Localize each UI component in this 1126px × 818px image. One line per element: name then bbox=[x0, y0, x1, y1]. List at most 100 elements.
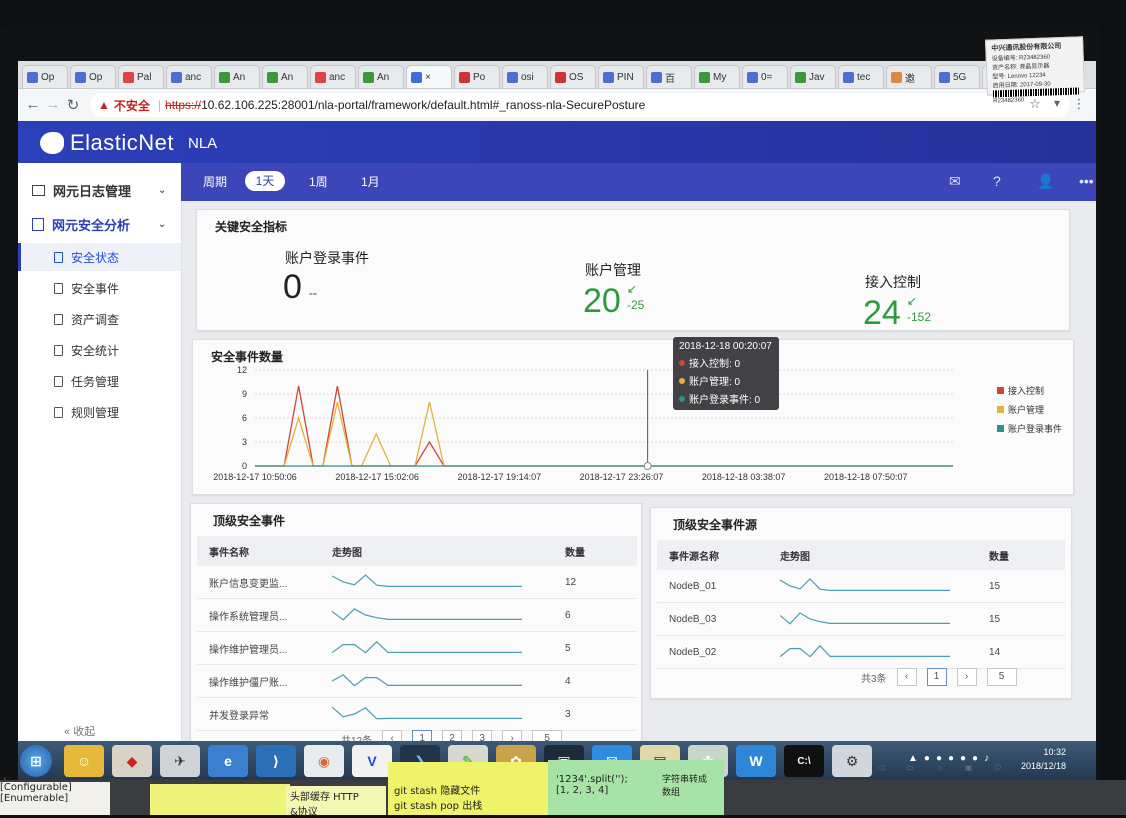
settings-icon[interactable]: ⚙ bbox=[832, 745, 872, 777]
sidebar-item-label: 任务管理 bbox=[71, 374, 120, 389]
url-text: 10.62.106.225:28001/nla-portal/framework… bbox=[201, 98, 646, 112]
browser-tab[interactable]: anc bbox=[310, 65, 356, 88]
pager-page[interactable]: 1 bbox=[926, 668, 947, 686]
events-line-chart[interactable]: 12 9 6 3 02018-12-17 10:50:06 2018-12-17 15:0… bbox=[193, 340, 983, 494]
pager-prev-icon[interactable]: ‹ bbox=[896, 668, 917, 686]
sidebar-group-log-management[interactable]: 网元日志管理 ⌄ bbox=[32, 181, 166, 200]
browser-tab[interactable]: My bbox=[694, 65, 740, 88]
monitor-buttons[interactable]: ◁▭☼▣⏻ bbox=[878, 763, 1078, 781]
app-logo[interactable]: ElasticNet bbox=[40, 130, 174, 156]
arrow-down-left-icon: ↙ bbox=[907, 294, 918, 308]
user-icon[interactable]: 👤 bbox=[1037, 173, 1054, 190]
forward-icon[interactable]: → bbox=[44, 96, 62, 113]
column-header[interactable]: 事件名称 bbox=[197, 536, 320, 566]
explorer-icon[interactable]: ✈ bbox=[160, 745, 200, 777]
vc-icon[interactable]: V bbox=[352, 745, 392, 777]
browser-tab[interactable]: An bbox=[262, 65, 308, 88]
browser-tab[interactable]: osi bbox=[502, 65, 548, 88]
table-row[interactable]: NodeB_02 14 bbox=[657, 635, 1065, 669]
sparkline bbox=[331, 607, 522, 621]
table-row[interactable]: 账户信息变更监... 12 bbox=[197, 566, 637, 599]
pager-next-icon[interactable]: › bbox=[956, 668, 977, 686]
favicon-icon bbox=[267, 71, 278, 83]
tooltip-row-text: 账户登录事件: 0 bbox=[689, 395, 761, 406]
browser-tab[interactable]: Po bbox=[454, 65, 500, 88]
browser-tab[interactable]: OS bbox=[550, 65, 596, 88]
legend-item[interactable]: 账户管理 bbox=[997, 403, 1062, 416]
legend-label: 账户登录事件 bbox=[1008, 424, 1063, 434]
browser-tab[interactable]: Op bbox=[70, 65, 116, 88]
period-tab-week[interactable]: 1周 bbox=[309, 173, 328, 190]
sidebar-group-security-analysis[interactable]: 网元安全分析 ⌄ bbox=[32, 215, 166, 234]
browser-tab[interactable]: Op bbox=[22, 65, 68, 88]
page-size-select[interactable]: 5 bbox=[986, 668, 1017, 686]
sidebar-item-security-events[interactable]: 安全事件 bbox=[18, 274, 181, 302]
trend-cell bbox=[768, 635, 977, 669]
row-count: 4 bbox=[553, 664, 637, 698]
sticky-note-text: [Configurable] bbox=[0, 782, 72, 793]
browser-tab[interactable]: 百 bbox=[646, 65, 692, 88]
column-header[interactable]: 数量 bbox=[977, 540, 1065, 570]
table-row[interactable]: 操作维护管理员... 5 bbox=[197, 631, 637, 665]
legend-item[interactable]: 账户登录事件 bbox=[997, 422, 1062, 435]
cmd-icon[interactable]: C:\ bbox=[784, 745, 824, 777]
row-count: 6 bbox=[553, 598, 637, 632]
series-line bbox=[255, 401, 953, 467]
browser-tab[interactable]: 5G bbox=[934, 65, 980, 88]
browser-tab[interactable]: × bbox=[406, 65, 452, 88]
collapse-sidebar-button[interactable]: « 收起 bbox=[64, 723, 95, 739]
reload-icon[interactable]: ↻ bbox=[64, 96, 82, 114]
table-row[interactable]: 并发登录异常 3 bbox=[197, 697, 637, 731]
column-header[interactable]: 事件源名称 bbox=[657, 540, 768, 570]
browser-tab[interactable]: anc bbox=[166, 65, 212, 88]
row-count: 14 bbox=[977, 635, 1065, 669]
sidebar-item-rule-management[interactable]: 规则管理 bbox=[18, 398, 181, 426]
sidebar-item-asset-survey[interactable]: 资产调查 bbox=[18, 305, 181, 333]
list-icon bbox=[54, 375, 63, 387]
table-row[interactable]: NodeB_01 15 bbox=[657, 570, 1065, 603]
table-row[interactable]: NodeB_03 15 bbox=[657, 602, 1065, 636]
list-icon bbox=[54, 406, 63, 418]
favicon-icon bbox=[363, 71, 374, 83]
chrome-icon[interactable]: ◉ bbox=[304, 745, 344, 777]
kpi-card: 关键安全指标 账户登录事件 0 -- 账户管理 20 ↙ -25 接入控制 24… bbox=[196, 209, 1070, 332]
browser-tab[interactable]: PIN bbox=[598, 65, 644, 88]
table-row[interactable]: 操作系统管理员... 6 bbox=[197, 598, 637, 632]
tooltip-row-text: 账户管理: 0 bbox=[689, 377, 741, 388]
browser-tab[interactable]: Pal bbox=[118, 65, 164, 88]
y-tick-label: 9 bbox=[242, 389, 247, 399]
word-icon[interactable]: W bbox=[736, 745, 776, 777]
mail-icon[interactable]: ✉ bbox=[949, 173, 961, 190]
more-icon[interactable]: ••• bbox=[1079, 173, 1094, 189]
help-icon[interactable]: ? bbox=[993, 173, 1001, 189]
url-input[interactable]: ▲ 不安全 | https:// 10.62.106.225:28001/nla… bbox=[90, 93, 1070, 117]
browser-tab[interactable]: Jav bbox=[790, 65, 836, 88]
back-icon[interactable]: ← bbox=[24, 96, 42, 113]
foxmail-icon[interactable]: ◆ bbox=[112, 745, 152, 777]
metric-label: 账户登录事件 bbox=[285, 250, 369, 266]
row-name: 并发登录异常 bbox=[197, 697, 320, 731]
top-sources-table: 事件源名称 走势图 数量 NodeB_01 15 NodeB_03 15 NodeB_0… bbox=[657, 540, 1065, 669]
period-tab-month[interactable]: 1月 bbox=[361, 173, 380, 190]
ie-icon[interactable]: e bbox=[208, 745, 248, 777]
browser-tab[interactable]: tec bbox=[838, 65, 884, 88]
sidebar-item-security-stats[interactable]: 安全统计 bbox=[18, 336, 181, 364]
browser-tab[interactable]: 0= bbox=[742, 65, 788, 88]
column-header[interactable]: 数量 bbox=[553, 536, 637, 566]
favicon-icon bbox=[795, 71, 806, 83]
sidebar-item-security-posture[interactable]: 安全状态 bbox=[18, 243, 181, 271]
browser-tab[interactable]: An bbox=[214, 65, 260, 88]
browser-tab-label: 5G bbox=[953, 71, 967, 83]
legend-item[interactable]: 接入控制 bbox=[997, 384, 1062, 397]
sidebar-item-task-management[interactable]: 任务管理 bbox=[18, 367, 181, 395]
trend-cell bbox=[320, 697, 553, 731]
browser-tab-label: My bbox=[713, 71, 727, 83]
sparkline-path bbox=[331, 607, 522, 621]
table-row[interactable]: 操作维护僵尸账... 4 bbox=[197, 664, 637, 698]
browser-tab[interactable]: An bbox=[358, 65, 404, 88]
browser-tab-label: Jav bbox=[809, 71, 825, 83]
vscode-icon[interactable]: ⟩ bbox=[256, 745, 296, 777]
period-tab-day[interactable]: 1天 bbox=[245, 171, 285, 191]
browser-tab[interactable]: 邀 bbox=[886, 65, 932, 88]
sidebar-item-label: 安全统计 bbox=[71, 343, 120, 358]
